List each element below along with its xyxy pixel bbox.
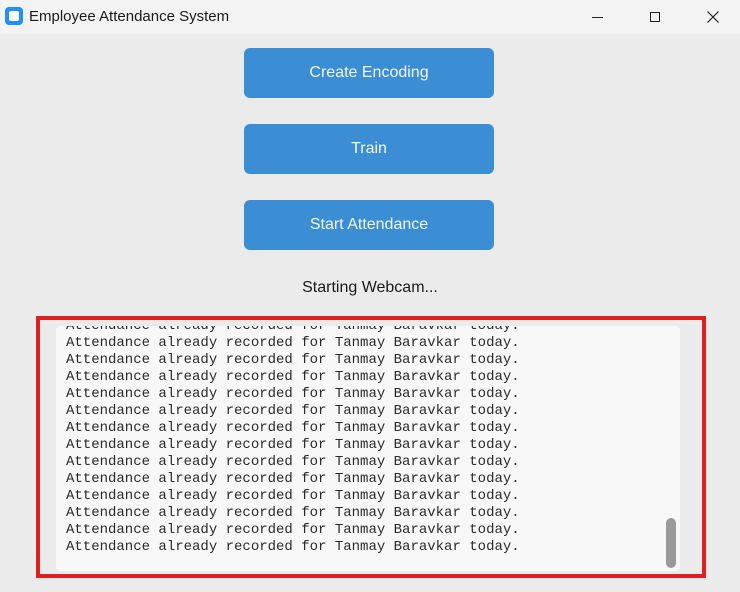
log-line: Attendance already recorded for Tanmay B…: [66, 386, 520, 402]
maximize-icon: [650, 12, 660, 22]
maximize-button[interactable]: [632, 0, 678, 34]
close-icon: [707, 11, 719, 23]
log-line: Attendance already recorded for Tanmay B…: [66, 454, 520, 470]
log-line: Attendance already recorded for Tanmay B…: [66, 369, 520, 385]
train-button[interactable]: Train: [244, 124, 494, 174]
log-line: Attendance already recorded for Tanmay B…: [66, 326, 520, 334]
log-line: Attendance already recorded for Tanmay B…: [66, 488, 520, 504]
log-scrollbar-thumb[interactable]: [666, 518, 676, 568]
minimize-button[interactable]: [574, 0, 620, 34]
window-title: Employee Attendance System: [29, 8, 230, 25]
status-label: Starting Webcam...: [302, 279, 438, 296]
log-line: Attendance already recorded for Tanmay B…: [66, 437, 520, 453]
log-line: Attendance already recorded for Tanmay B…: [66, 352, 520, 368]
log-line: Attendance already recorded for Tanmay B…: [66, 539, 520, 555]
minimize-icon: [591, 16, 603, 18]
log-line: Attendance already recorded for Tanmay B…: [66, 403, 520, 419]
log-line: Attendance already recorded for Tanmay B…: [66, 471, 520, 487]
log-line: Attendance already recorded for Tanmay B…: [66, 522, 520, 538]
log-lines: Attendance already recorded for Tanmay B…: [66, 326, 520, 556]
close-button[interactable]: [690, 0, 736, 34]
log-line: Attendance already recorded for Tanmay B…: [66, 420, 520, 436]
title-bar: Employee Attendance System: [0, 0, 740, 34]
log-line: Attendance already recorded for Tanmay B…: [66, 335, 520, 351]
log-textbox[interactable]: Attendance already recorded for Tanmay B…: [56, 326, 680, 571]
create-encoding-button[interactable]: Create Encoding: [244, 48, 494, 98]
app-icon: [5, 7, 23, 25]
start-attendance-button[interactable]: Start Attendance: [244, 200, 494, 250]
log-line: Attendance already recorded for Tanmay B…: [66, 505, 520, 521]
